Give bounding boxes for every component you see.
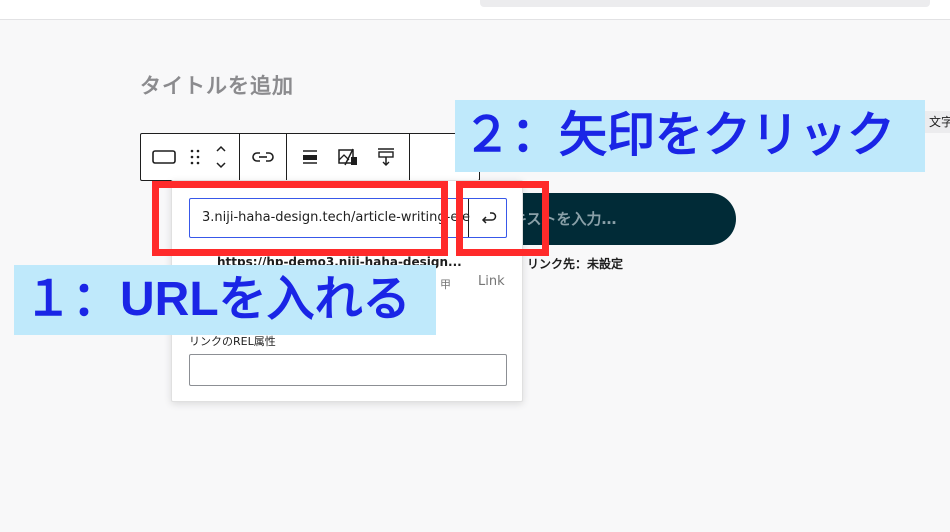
button-icon[interactable] [145,138,183,176]
sidebar-text-label: 文字 [924,111,950,133]
image-link-icon[interactable] [329,138,367,176]
more-group [410,134,444,180]
link-status-text: リンク先：未設定 [527,257,624,271]
block-type-group [141,134,240,180]
more-options-icon[interactable] [414,138,440,176]
enter-arrow-icon [481,212,496,224]
url-input[interactable]: 3.niji-haha-design.tech/article-writing-… [189,198,507,238]
block-toolbar [140,133,480,181]
button-block[interactable]: キストを入力… [490,193,736,245]
chevron-up-icon[interactable] [215,144,227,154]
rel-label: リンクのREL属性 [189,335,276,348]
justify-group [287,134,410,180]
top-bar [0,0,950,20]
post-title-placeholder[interactable]: タイトルを追加 [140,70,294,100]
link-icon[interactable] [244,138,282,176]
url-input-value: 3.niji-haha-design.tech/article-writing-… [202,210,470,225]
height-icon[interactable] [367,138,405,176]
link-group [240,134,287,180]
chevron-down-icon[interactable] [215,160,227,170]
justify-icon[interactable] [291,138,329,176]
suggestion-title: 甲 [440,278,451,291]
block-mover [207,138,235,176]
drag-handle-icon[interactable] [183,138,207,176]
step2-annotation: ２：矢印をクリック [455,100,925,172]
top-search-field[interactable] [480,0,930,7]
submit-link-button[interactable] [468,199,506,237]
step1-annotation: １：URLを入れる [14,265,436,335]
rel-input[interactable] [189,354,507,386]
suggestion-type: Link [478,274,505,289]
